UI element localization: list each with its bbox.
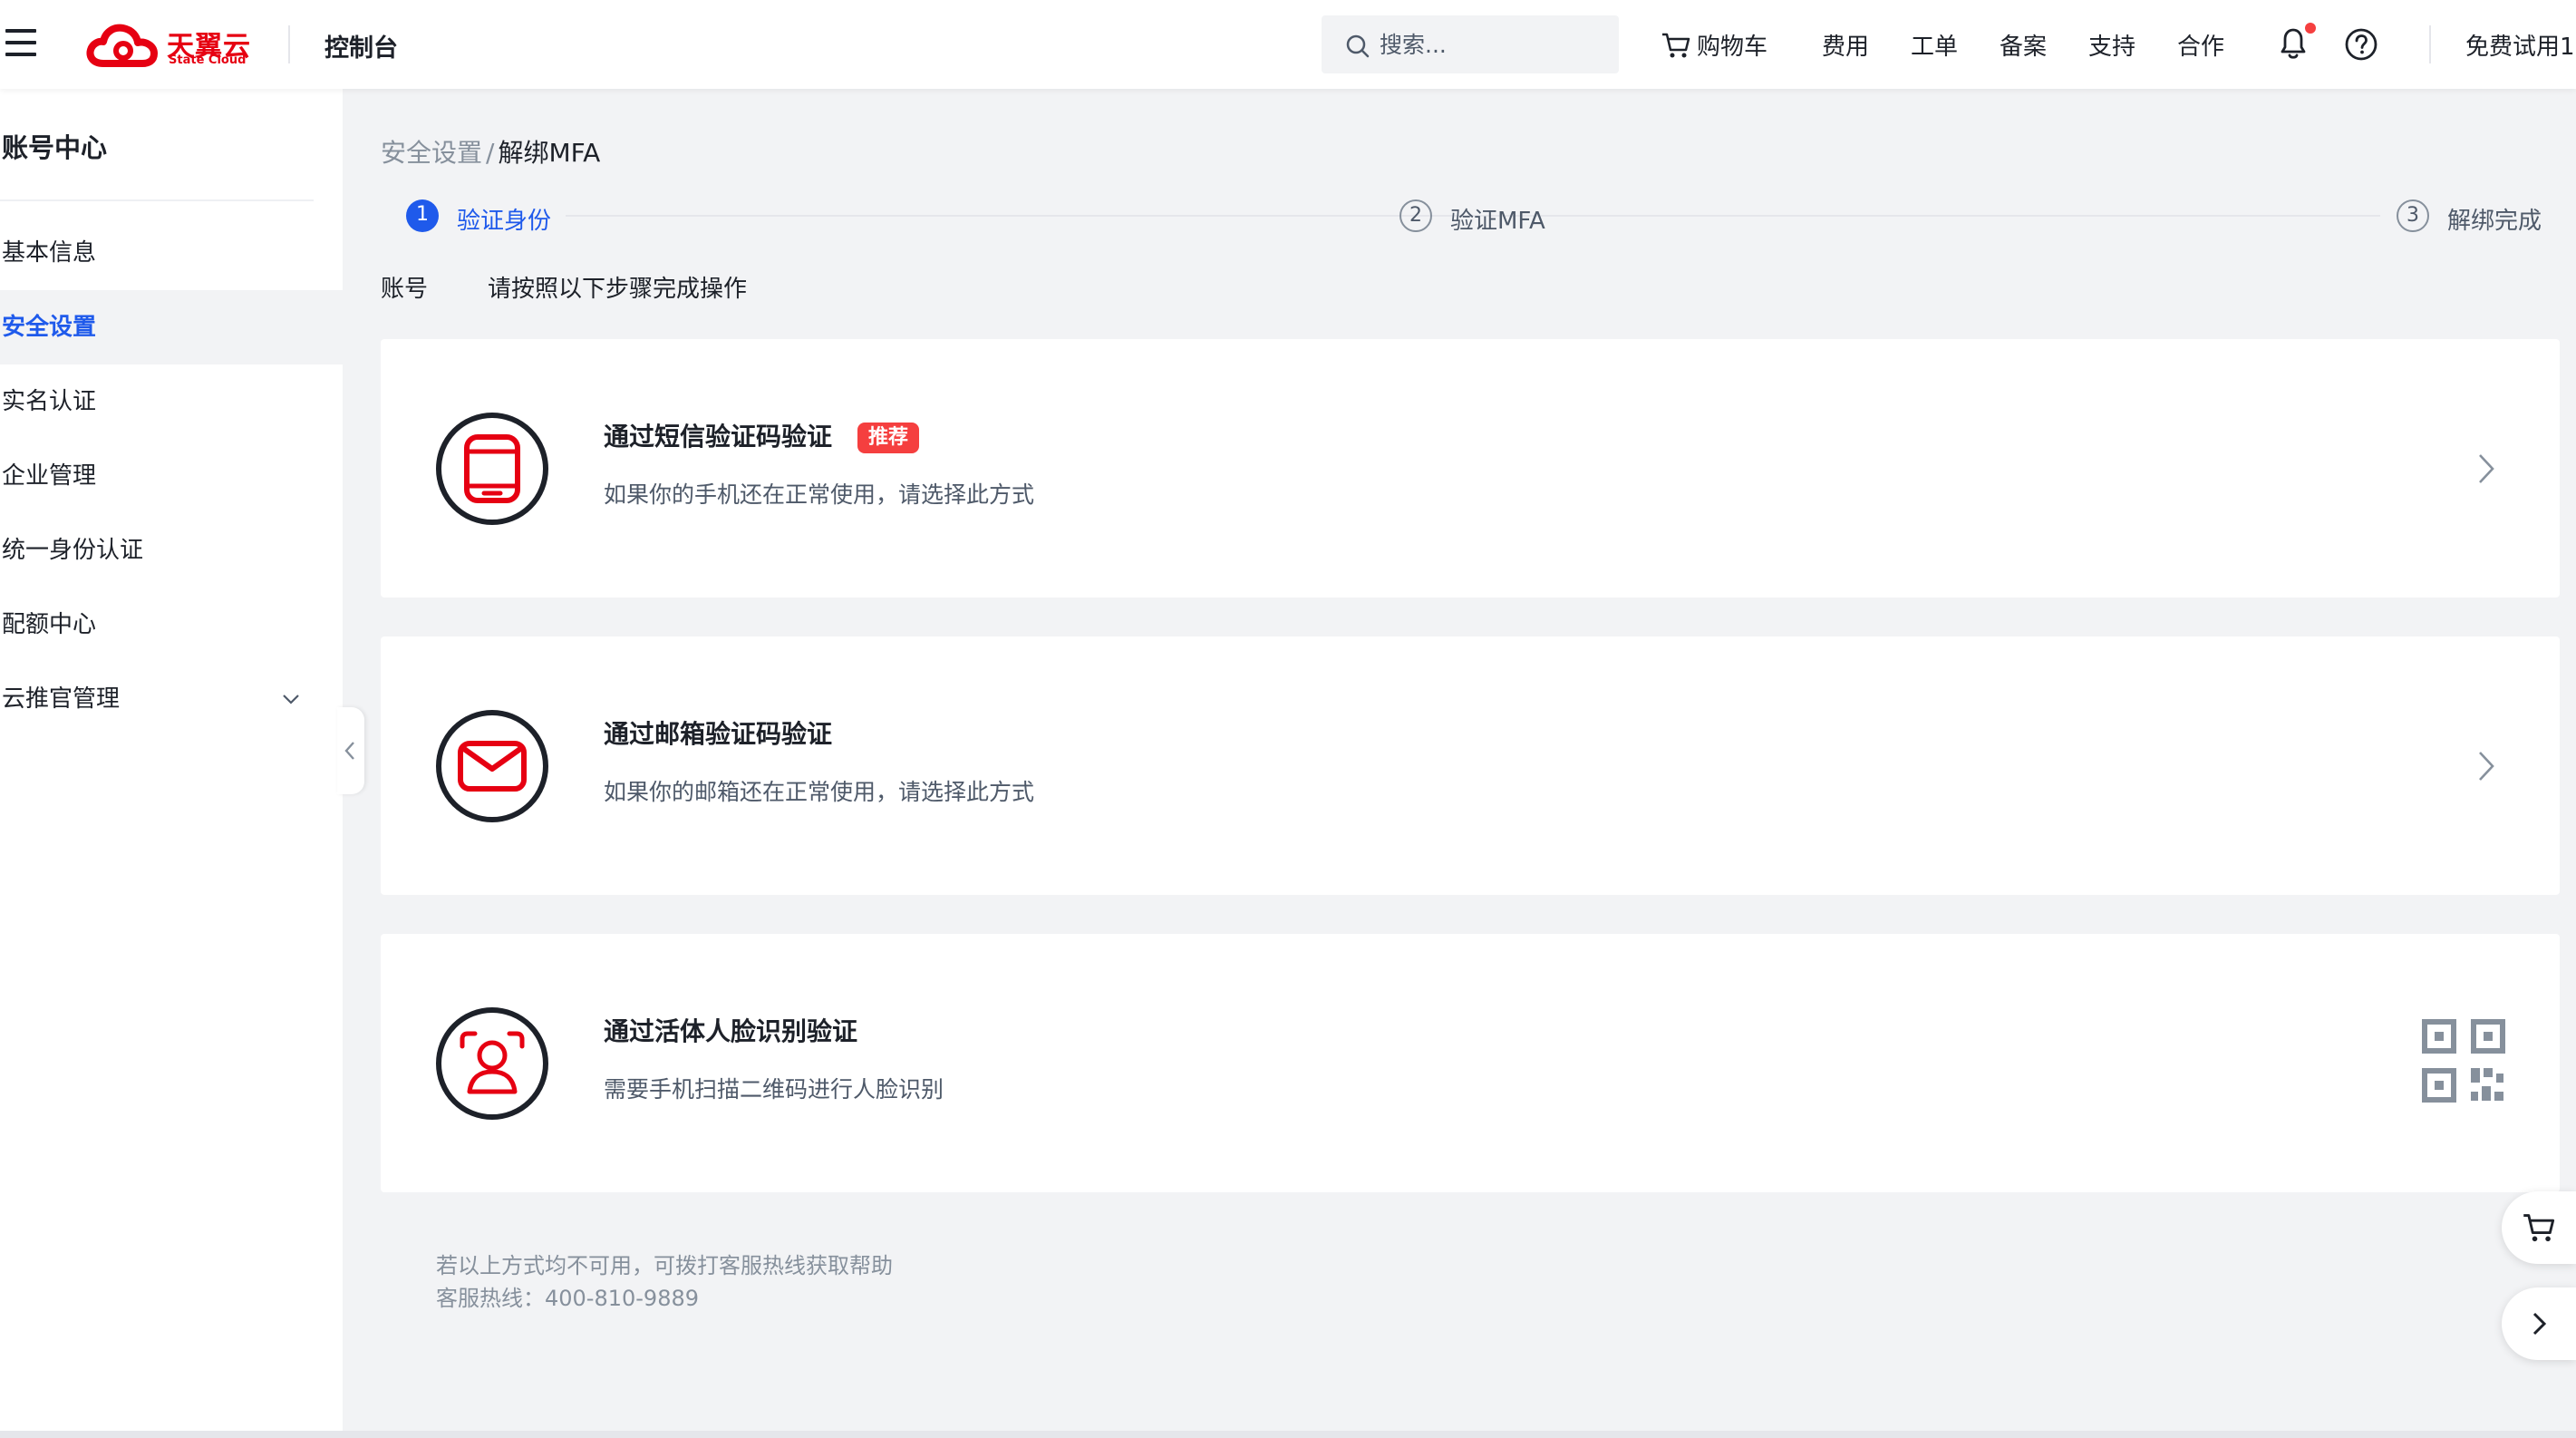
help-icon[interactable] [2344,27,2378,62]
cart-icon [2523,1214,2555,1242]
sidebar-item-basic-info[interactable]: 基本信息 [0,216,343,290]
face-icon [436,1007,548,1120]
help-line: 若以上方式均不可用，可拨打客服热线获取帮助 [436,1253,893,1278]
recommended-badge: 推荐 [857,423,920,453]
method-title: 通过短信验证码验证 推荐 [604,417,920,453]
method-description: 如果你的手机还在正常使用，请选择此方式 [604,481,1035,508]
step-number: 3 [2397,199,2429,232]
sidebar-item-cloud-promoter[interactable]: 云推官管理 [0,662,343,736]
breadcrumb-separator: / [486,138,495,168]
nav-cart-label: 购物车 [1697,34,1768,61]
sidebar: 账号中心 基本信息 安全设置 实名认证 企业管理 统一身份认证 配额中心 云推官… [0,89,343,1431]
nav-fees[interactable]: 费用 [1822,28,1869,62]
sidebar-item-label: 云推官管理 [2,685,121,713]
cart-icon [1662,33,1690,58]
steps-progress: 1 验证身份 2 验证MFA 3 解绑完成 [406,198,2542,235]
step-label: 验证MFA [1450,208,1545,235]
divider [0,199,314,201]
search-input[interactable] [1380,26,1597,63]
chevron-right-icon [2479,752,2494,781]
divider [288,25,290,63]
nav-support[interactable]: 支持 [2088,28,2135,62]
step-number: 2 [1399,199,1432,232]
breadcrumb-parent[interactable]: 安全设置 [381,138,482,168]
method-card-email[interactable]: 通过邮箱验证码验证 如果你的邮箱还在正常使用，请选择此方式 [381,636,2560,895]
method-title: 通过邮箱验证码验证 [604,719,833,749]
logo-text-en: State Cloud [169,53,247,67]
top-navbar: 天翼云 State Cloud 控制台 购物车 费用 工单 备案 支持 合作 免… [0,0,2576,89]
sidebar-item-quota[interactable]: 配额中心 [0,588,343,662]
sidebar-collapse-button[interactable] [337,707,364,794]
floating-expand-button[interactable] [2502,1287,2576,1360]
help-text: 若以上方式均不可用，可拨打客服热线获取帮助 客服热线：400-810-9889 [436,1249,893,1315]
method-description: 如果你的邮箱还在正常使用，请选择此方式 [604,779,1035,805]
mail-icon [436,710,548,822]
method-title: 通过活体人脸识别验证 [604,1016,858,1046]
step-number: 1 [406,199,439,232]
sidebar-item-real-name[interactable]: 实名认证 [0,364,343,439]
notification-dot [2305,23,2316,34]
account-row: 账号 请按照以下步骤完成操作 [381,270,747,304]
step-connector [1559,215,2380,217]
instruction-text: 请按照以下步骤完成操作 [488,276,748,303]
chevron-down-icon [283,695,299,704]
chevron-right-icon [2479,454,2494,483]
account-label: 账号 [381,276,429,303]
menu-icon[interactable] [5,29,36,56]
breadcrumb: 安全设置 / 解绑MFA [381,133,600,170]
search-icon [1346,34,1370,58]
sidebar-item-enterprise[interactable]: 企业管理 [0,439,343,513]
step-label: 验证身份 [457,208,552,235]
breadcrumb-current: 解绑MFA [498,138,601,168]
free-trial-link[interactable]: 免费试用1 [2465,28,2575,62]
chevron-right-icon [2532,1312,2547,1336]
nav-tickets[interactable]: 工单 [1911,28,1958,62]
hotline-text: 客服热线：400-810-9889 [436,1286,700,1311]
step-label: 解绑完成 [2447,208,2542,235]
sidebar-item-unified-identity[interactable]: 统一身份认证 [0,513,343,588]
nav-cart[interactable]: 购物车 [1661,28,1767,62]
chevron-left-icon [344,742,354,760]
qr-code-icon[interactable] [2422,1019,2505,1103]
divider [2429,25,2431,63]
search-box[interactable] [1322,15,1619,73]
nav-filing[interactable]: 备案 [2000,28,2047,62]
method-description: 需要手机扫描二维码进行人脸识别 [604,1076,944,1103]
method-card-face[interactable]: 通过活体人脸识别验证 需要手机扫描二维码进行人脸识别 [381,934,2560,1192]
nav-cooperation[interactable]: 合作 [2177,28,2224,62]
floating-cart-button[interactable] [2502,1191,2576,1264]
bottom-edge [0,1431,2576,1438]
method-title-text: 通过短信验证码验证 [604,422,833,452]
sidebar-item-security[interactable]: 安全设置 [0,290,343,364]
cloud-logo-icon [86,24,158,67]
logo[interactable]: 天翼云 State Cloud [85,20,257,71]
console-title[interactable]: 控制台 [324,28,398,63]
sidebar-title: 账号中心 [2,132,108,163]
phone-icon [436,413,548,525]
method-card-sms[interactable]: 通过短信验证码验证 推荐 如果你的手机还在正常使用，请选择此方式 [381,339,2560,598]
